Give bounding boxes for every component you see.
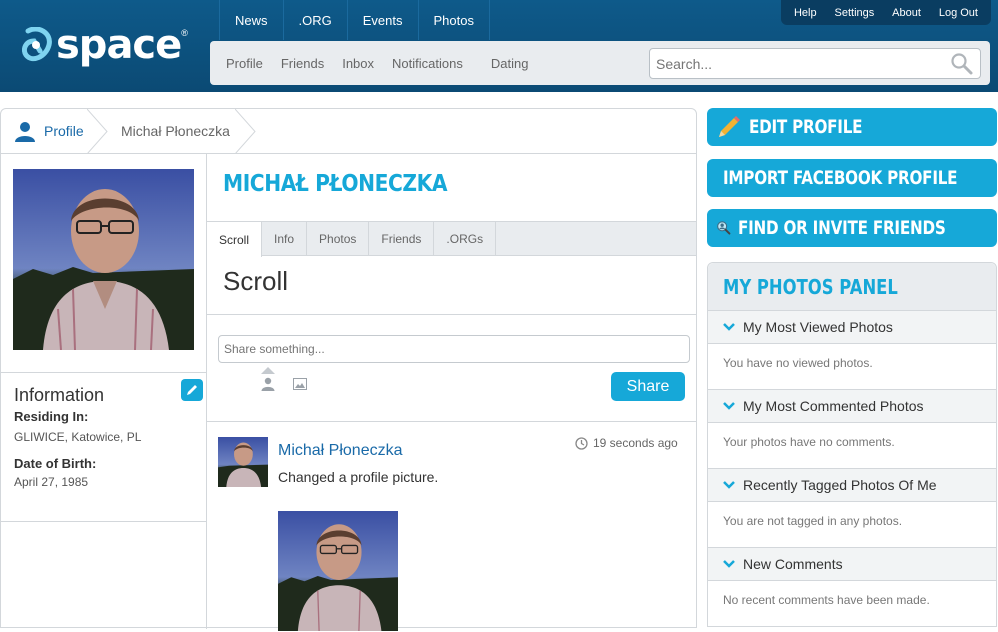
logo-registered-mark: ® [181,28,188,38]
breadcrumb-profile[interactable]: Profile [14,120,84,142]
chevron-down-icon [723,402,735,410]
search-input[interactable] [650,49,940,78]
find-friends-button[interactable]: FIND OR INVITE FRIENDS [707,209,997,247]
clock-icon [575,436,588,450]
section-title: Scroll [223,266,289,296]
pencil-icon [187,385,197,395]
find-friends-label: FIND OR INVITE FRIENDS [737,217,946,239]
tab-scroll[interactable]: Scroll [207,222,263,257]
breadcrumb-name: Michał Płoneczka [121,123,230,139]
profile-tabs: Scroll Info Photos Friends .ORGs [207,221,696,257]
chevron-down-icon [723,560,735,568]
profile-sidebar: Information Residing In: GLIWICE, Katowi… [1,154,207,629]
tab-info[interactable]: Info [262,222,308,256]
pencil-icon [719,116,740,137]
import-facebook-button[interactable]: f IMPORT FACEBOOK PROFILE [707,159,997,197]
most-viewed-title: My Most Viewed Photos [743,319,893,335]
post-photo[interactable] [278,511,398,631]
subnav-profile[interactable]: Profile [226,56,263,71]
information-title: Information [14,385,105,405]
edit-profile-button[interactable]: EDIT PROFILE [707,108,997,146]
most-viewed-toggle[interactable]: My Most Viewed Photos [708,311,996,344]
breadcrumb: Profile Michał Płoneczka [1,109,696,154]
sub-nav-bar: Profile Friends Inbox Notifications Dati… [210,41,990,85]
topnav-photos[interactable]: Photos [417,0,490,40]
subnav-friends[interactable]: Friends [281,56,324,71]
tagged-photos-section: Recently Tagged Photos Of Me You are not… [708,468,996,547]
photos-panel: MY PHOTOS PANEL My Most Viewed Photos Yo… [707,262,997,627]
most-commented-section: My Most Commented Photos Your photos hav… [708,389,996,468]
tab-photos[interactable]: Photos [307,222,370,256]
edit-information-button[interactable] [181,379,203,401]
tab-friends[interactable]: Friends [369,222,435,256]
information-box: Information Residing In: GLIWICE, Katowi… [1,372,206,522]
most-viewed-section: My Most Viewed Photos You have no viewed… [708,310,996,389]
feed-post: Michał Płoneczka 19 seconds ago Changed … [207,422,696,632]
subnav-notifications[interactable]: Notifications [392,56,463,71]
tagged-photos-text: You are not tagged in any photos. [723,514,903,528]
chevron-down-icon [723,323,735,331]
subnav-dating[interactable]: Dating [491,56,529,71]
search-icon[interactable] [950,52,974,76]
logout-link[interactable]: Log Out [939,7,978,19]
share-button[interactable]: Share [611,372,685,401]
post-time-text: 19 seconds ago [593,436,678,450]
topnav-org[interactable]: .ORG [282,0,347,40]
subnav-inbox[interactable]: Inbox [342,56,374,71]
post-author-avatar[interactable] [218,437,268,487]
logo-mark-icon [22,27,52,62]
about-link[interactable]: About [892,7,921,19]
breadcrumb-separator-icon [235,109,256,154]
logo-text: space [56,22,182,68]
search-box [649,48,981,79]
top-nav: News .ORG Events Photos [219,0,490,40]
dob-value: April 27, 1985 [14,475,89,489]
share-photo-icon[interactable] [293,378,307,390]
chevron-down-icon [723,481,735,489]
new-comments-section: New Comments No recent comments have bee… [708,547,996,626]
edit-profile-label: EDIT PROFILE [749,116,863,138]
profile-photo[interactable] [13,169,194,350]
new-comments-title: New Comments [743,556,843,572]
magnifier-people-icon [717,221,731,235]
dob-label: Date of Birth: [14,456,97,471]
post-text: Changed a profile picture. [278,469,439,485]
share-input[interactable] [218,335,690,363]
help-link[interactable]: Help [794,7,817,19]
profile-name-heading: MICHAŁ PŁONECZKA [223,171,448,197]
photos-panel-title: MY PHOTOS PANEL [723,275,898,299]
most-commented-toggle[interactable]: My Most Commented Photos [708,390,996,423]
site-logo[interactable]: space ® [22,22,188,68]
topnav-events[interactable]: Events [346,0,418,40]
sub-nav: Profile Friends Inbox Notifications Dati… [226,41,546,85]
site-header: space ® News .ORG Events Photos Help Set… [0,0,998,92]
most-viewed-text: You have no viewed photos. [723,356,873,370]
breadcrumb-separator-icon [87,109,108,154]
main-panel: Profile Michał Płoneczka Information Res… [0,108,697,632]
post-timestamp: 19 seconds ago [575,436,678,450]
share-caret [261,367,275,374]
breadcrumb-profile-label: Profile [44,123,84,139]
tagged-photos-toggle[interactable]: Recently Tagged Photos Of Me [708,469,996,502]
photos-panel-header: MY PHOTOS PANEL [708,263,996,310]
new-comments-text: No recent comments have been made. [723,593,930,607]
most-commented-text: Your photos have no comments. [723,435,895,449]
settings-link[interactable]: Settings [835,7,875,19]
tab-orgs[interactable]: .ORGs [434,222,497,256]
person-icon [15,122,35,142]
tagged-photos-title: Recently Tagged Photos Of Me [743,477,937,493]
residing-label: Residing In: [14,409,89,424]
profile-content: MICHAŁ PŁONECZKA Scroll Info Photos Frie… [207,154,696,632]
topnav-news[interactable]: News [219,0,283,40]
residing-value: GLIWICE, Katowice, PL [14,430,142,444]
share-box: Share [207,314,696,422]
import-facebook-label: IMPORT FACEBOOK PROFILE [723,167,958,189]
most-commented-title: My Most Commented Photos [743,398,924,414]
post-author-link[interactable]: Michał Płoneczka [278,442,403,460]
share-status-icon[interactable] [261,377,275,391]
utility-bar: Help Settings About Log Out [781,0,991,25]
new-comments-toggle[interactable]: New Comments [708,548,996,581]
